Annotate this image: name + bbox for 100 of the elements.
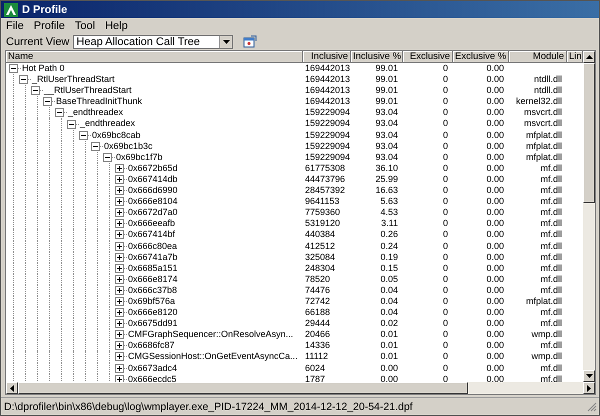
tree-toggle[interactable] xyxy=(115,208,124,218)
tree-node-label[interactable]: 0x66741a7b xyxy=(127,252,178,263)
tree-toggle[interactable] xyxy=(67,120,76,129)
column-header[interactable]: Inclusive % xyxy=(351,51,403,63)
tree-toggle[interactable] xyxy=(79,130,88,140)
table-cell: mf.dll xyxy=(540,218,562,230)
resize-grip-icon[interactable] xyxy=(587,402,597,412)
tree-toggle[interactable] xyxy=(115,264,124,273)
column-header[interactable]: Name xyxy=(6,51,303,63)
tree-node-label[interactable]: 0x69bc1b3c xyxy=(103,140,153,152)
table-cell: 0.00 xyxy=(486,218,504,230)
table-cell: 0 xyxy=(442,196,448,208)
tree-toggle[interactable] xyxy=(115,219,124,228)
tree-node-label[interactable]: CMFGraphSequencer::OnResolveAsyn... xyxy=(127,329,294,340)
tree-node-label[interactable]: 0x667414bf xyxy=(127,229,176,240)
tree-toggle[interactable] xyxy=(19,75,28,84)
tree-node-label[interactable]: 0x666d6990 xyxy=(127,185,178,196)
tree-toggle[interactable] xyxy=(115,230,124,240)
tree-node-label[interactable]: 0x6672d7a0 xyxy=(127,207,178,218)
menu-item[interactable]: Tool xyxy=(74,20,96,32)
table-cell: 0.19 xyxy=(380,252,398,263)
view-dropdown[interactable]: Heap Allocation Call Tree xyxy=(73,34,234,48)
tree-toggle[interactable] xyxy=(115,197,124,206)
tree-toggle[interactable] xyxy=(115,308,124,318)
tree-toggle[interactable] xyxy=(31,86,40,96)
table-cell: 0.00 xyxy=(486,185,504,196)
column-header[interactable]: Module xyxy=(509,51,567,63)
column-header[interactable]: Exclusive % xyxy=(453,51,509,63)
tree-node-label[interactable]: 0x666c80ea xyxy=(127,240,178,252)
tree-toggle[interactable] xyxy=(115,174,124,184)
table-cell: 36.10 xyxy=(375,162,398,174)
table-cell: 1787 xyxy=(305,374,326,382)
tree-toggle[interactable] xyxy=(115,364,124,373)
table-cell: 0 xyxy=(442,63,448,74)
window-icon[interactable] xyxy=(243,35,258,48)
tree-node-label[interactable]: CMGSessionHost::OnGetEventAsyncCa... xyxy=(127,351,298,363)
tree-toggle[interactable] xyxy=(103,152,112,162)
table-cell: 0 xyxy=(442,162,448,174)
table-cell: 0.00 xyxy=(486,318,504,330)
tree-node-label[interactable]: 0x666ecdc5 xyxy=(127,374,177,382)
tree-node-label[interactable]: 0x69bc8cab xyxy=(91,130,141,141)
tree-node-label[interactable]: 0x667414db xyxy=(127,174,178,186)
table-cell: 0.00 xyxy=(486,207,504,218)
table-cell: 0 xyxy=(442,252,448,263)
vertical-scrollbar[interactable] xyxy=(583,51,595,382)
table-cell: wmp.dll xyxy=(531,351,562,363)
scroll-right-icon[interactable] xyxy=(587,384,591,392)
tree-toggle[interactable] xyxy=(115,252,124,262)
table-cell: 0.00 xyxy=(486,63,504,74)
tree-node-label[interactable]: 0x666e8104 xyxy=(127,196,178,208)
menu-item[interactable]: Help xyxy=(105,20,128,32)
tree-node-label[interactable]: _endthreadex xyxy=(79,118,136,130)
tree-node-label[interactable]: BaseThreadInitThunk xyxy=(55,96,142,108)
tree-node-label[interactable]: _endthreadex xyxy=(67,107,124,118)
scroll-up-icon[interactable] xyxy=(586,55,592,59)
tree-node-label[interactable]: 0x666eeafb xyxy=(127,218,176,230)
tree-toggle[interactable] xyxy=(115,297,124,306)
table-cell: 248304 xyxy=(305,262,336,274)
tree-toggle[interactable] xyxy=(43,97,52,106)
menu-item[interactable]: File xyxy=(6,20,24,32)
table-cell: 74476 xyxy=(305,284,330,296)
tree-node-label[interactable]: 0x69bc1f7b xyxy=(115,152,163,163)
table-cell: mf.dll xyxy=(540,274,562,285)
tree-toggle[interactable] xyxy=(115,352,124,362)
tree-node-label[interactable]: 0x69bf576a xyxy=(127,296,176,308)
tree-node-label[interactable]: 0x666e8120 xyxy=(127,307,178,318)
table-cell: 93.04 xyxy=(375,152,398,163)
tree-node-label[interactable]: 0x666e8174 xyxy=(127,274,178,285)
tree-toggle[interactable] xyxy=(115,341,124,350)
tree-toggle[interactable] xyxy=(115,164,124,173)
tree-toggle[interactable] xyxy=(91,142,100,151)
tree-node-label[interactable]: 0x6672b65d xyxy=(127,162,178,174)
tree-node-label[interactable]: Hot Path 0 xyxy=(21,63,65,74)
tree-toggle[interactable] xyxy=(55,108,64,118)
table-cell: 20466 xyxy=(305,329,330,340)
tree-toggle[interactable] xyxy=(115,242,124,251)
column-header[interactable]: Exclusive xyxy=(403,51,453,63)
tree-node-label[interactable]: __RtlUserThreadStart xyxy=(43,85,132,96)
tree-node-label[interactable]: 0x6686fc87 xyxy=(127,340,175,352)
tree-toggle[interactable] xyxy=(115,186,124,196)
table-cell: mf.dll xyxy=(540,196,562,208)
tree-toggle[interactable] xyxy=(115,330,124,340)
tree-node-label[interactable]: _RtlUserThreadStart xyxy=(31,74,115,86)
horizontal-scrollbar[interactable] xyxy=(6,382,595,394)
tree-node-label[interactable]: 0x6673adc4 xyxy=(127,362,178,374)
scroll-down-icon[interactable] xyxy=(586,374,592,378)
menu-item[interactable]: Profile xyxy=(34,20,65,32)
table-cell: 0.00 xyxy=(486,140,504,152)
tree-toggle[interactable] xyxy=(9,64,18,74)
tree-node-label[interactable]: 0x6675dd91 xyxy=(127,318,178,330)
tree-node-label[interactable]: 0x666c37b8 xyxy=(127,284,178,296)
tree-toggle[interactable] xyxy=(115,274,124,284)
tree-toggle[interactable] xyxy=(115,319,124,328)
tree-toggle[interactable] xyxy=(115,374,124,382)
tree-toggle[interactable] xyxy=(115,286,124,295)
table-cell: 0 xyxy=(442,96,448,108)
column-header[interactable]: Inclusive xyxy=(303,51,351,63)
column-header[interactable]: Lin xyxy=(567,51,583,63)
scroll-left-icon[interactable] xyxy=(10,384,14,392)
tree-node-label[interactable]: 0x6685a151 xyxy=(127,262,178,274)
